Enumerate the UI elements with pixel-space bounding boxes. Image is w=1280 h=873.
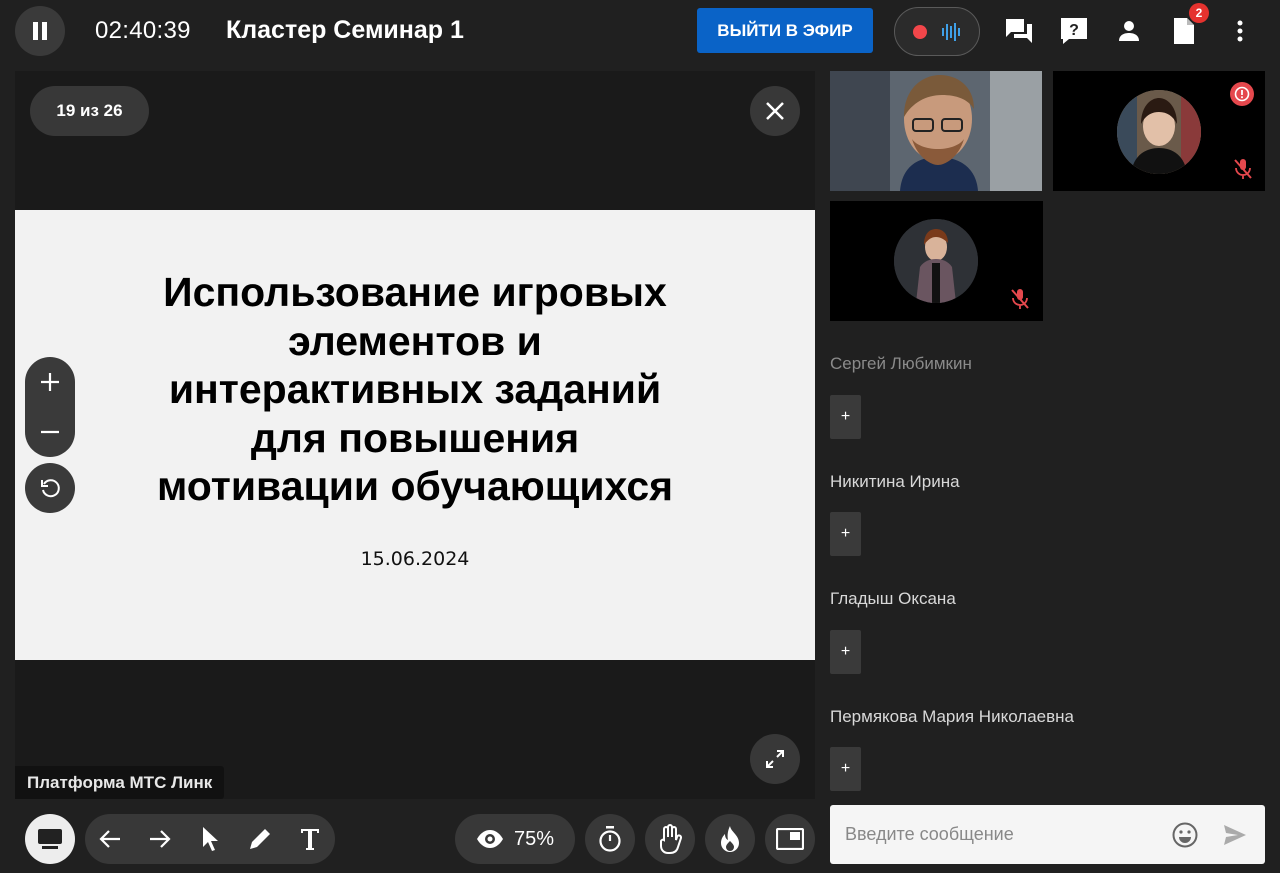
close-icon [766,102,784,120]
minus-icon [41,430,59,434]
room-title: Кластер Семинар 1 [226,16,464,44]
add-participant-button[interactable]: + [830,747,861,791]
svg-text:?: ? [1069,22,1079,39]
reset-zoom-button[interactable] [25,463,75,513]
plus-icon [41,373,59,391]
slide-tools [85,814,335,864]
participant-name: Гладыш Оксана [830,589,956,608]
person-icon [1119,21,1139,41]
platform-label: Платформа МТС Линк [15,766,225,799]
mic-off-icon [1008,287,1032,311]
fullscreen-button[interactable] [750,734,800,784]
presentation-stage: 19 из 26 Использование игровых элементов… [15,71,815,799]
pointer-icon [203,827,218,851]
text-icon [301,829,319,850]
file-icon [1174,18,1194,44]
slide-title: Использование игровых элементов и интера… [156,269,674,509]
fire-icon [721,826,739,852]
viewers-percent: 75% [513,827,555,850]
screen-share-icon [38,829,62,849]
prev-slide-button[interactable] [85,814,135,864]
rotate-icon [41,479,60,498]
pointer-tool-button[interactable] [185,814,235,864]
session-timer: 02:40:39 [95,17,191,44]
raise-hand-icon [660,824,683,854]
arrow-right-icon [150,830,171,848]
next-slide-button[interactable] [135,814,185,864]
reaction-button[interactable] [705,814,755,864]
chat-button[interactable] [1001,13,1037,49]
participant-name: Никитина Ирина [830,472,960,491]
slide-date: 15.06.2024 [360,548,470,570]
record-icon [913,24,927,39]
speaker-video [830,71,1042,191]
expand-icon [766,750,784,768]
picture-in-picture-button[interactable] [765,814,815,864]
page-counter: 19 из 26 [30,86,149,136]
raise-hand-button[interactable] [645,814,695,864]
picture-in-picture-icon [776,828,804,850]
audio-levels-icon [942,22,960,41]
files-count-badge: 2 [1189,3,1209,23]
mic-off-icon [1231,157,1255,181]
emoji-icon [1172,822,1198,848]
eye-icon [476,830,503,848]
chat-icon [1006,19,1032,43]
help-button[interactable]: ? [1056,13,1092,49]
participant-name: Пермякова Мария Николаевна [830,707,1074,726]
top-bar: 02:40:39 Кластер Семинар 1 ВЫЙТИ В ЭФИР … [0,0,1280,62]
zoom-in-button[interactable] [25,357,75,407]
alert-icon [1230,82,1254,106]
participants-button[interactable] [1111,13,1147,49]
arrow-left-icon [99,830,120,848]
slide: Использование игровых элементов и интера… [15,210,815,660]
zoom-out-button[interactable] [25,407,75,457]
send-button[interactable] [1220,820,1250,850]
video-tile-participant-2[interactable] [1053,71,1265,191]
video-tile-participant-3[interactable] [830,201,1043,321]
pencil-icon [250,829,270,849]
pause-icon [33,22,47,40]
chat-input-bar [830,805,1265,864]
timer-button[interactable] [585,814,635,864]
more-menu-button[interactable] [1222,13,1258,49]
add-participant-button[interactable]: + [830,512,861,556]
go-live-button[interactable]: ВЫЙТИ В ЭФИР [697,8,873,53]
pause-button[interactable] [15,6,65,56]
chat-message-input[interactable] [845,805,1165,864]
add-participant-button[interactable]: + [830,395,861,439]
zoom-controls [25,357,75,457]
add-participant-button[interactable]: + [830,630,861,674]
viewers-indicator[interactable]: 75% [455,814,575,864]
help-icon: ? [1061,18,1087,44]
video-tile-speaker[interactable] [830,71,1042,191]
screen-share-button[interactable] [25,814,75,864]
more-vert-icon [1237,20,1243,42]
participant-name: Сергей Любимкин [830,354,972,373]
pencil-tool-button[interactable] [235,814,285,864]
text-tool-button[interactable] [285,814,335,864]
record-button[interactable] [894,7,980,56]
avatar [894,219,978,303]
timer-icon [599,826,621,852]
emoji-button[interactable] [1170,820,1200,850]
avatar [1117,90,1201,174]
send-icon [1224,825,1246,845]
close-presentation-button[interactable] [750,86,800,136]
